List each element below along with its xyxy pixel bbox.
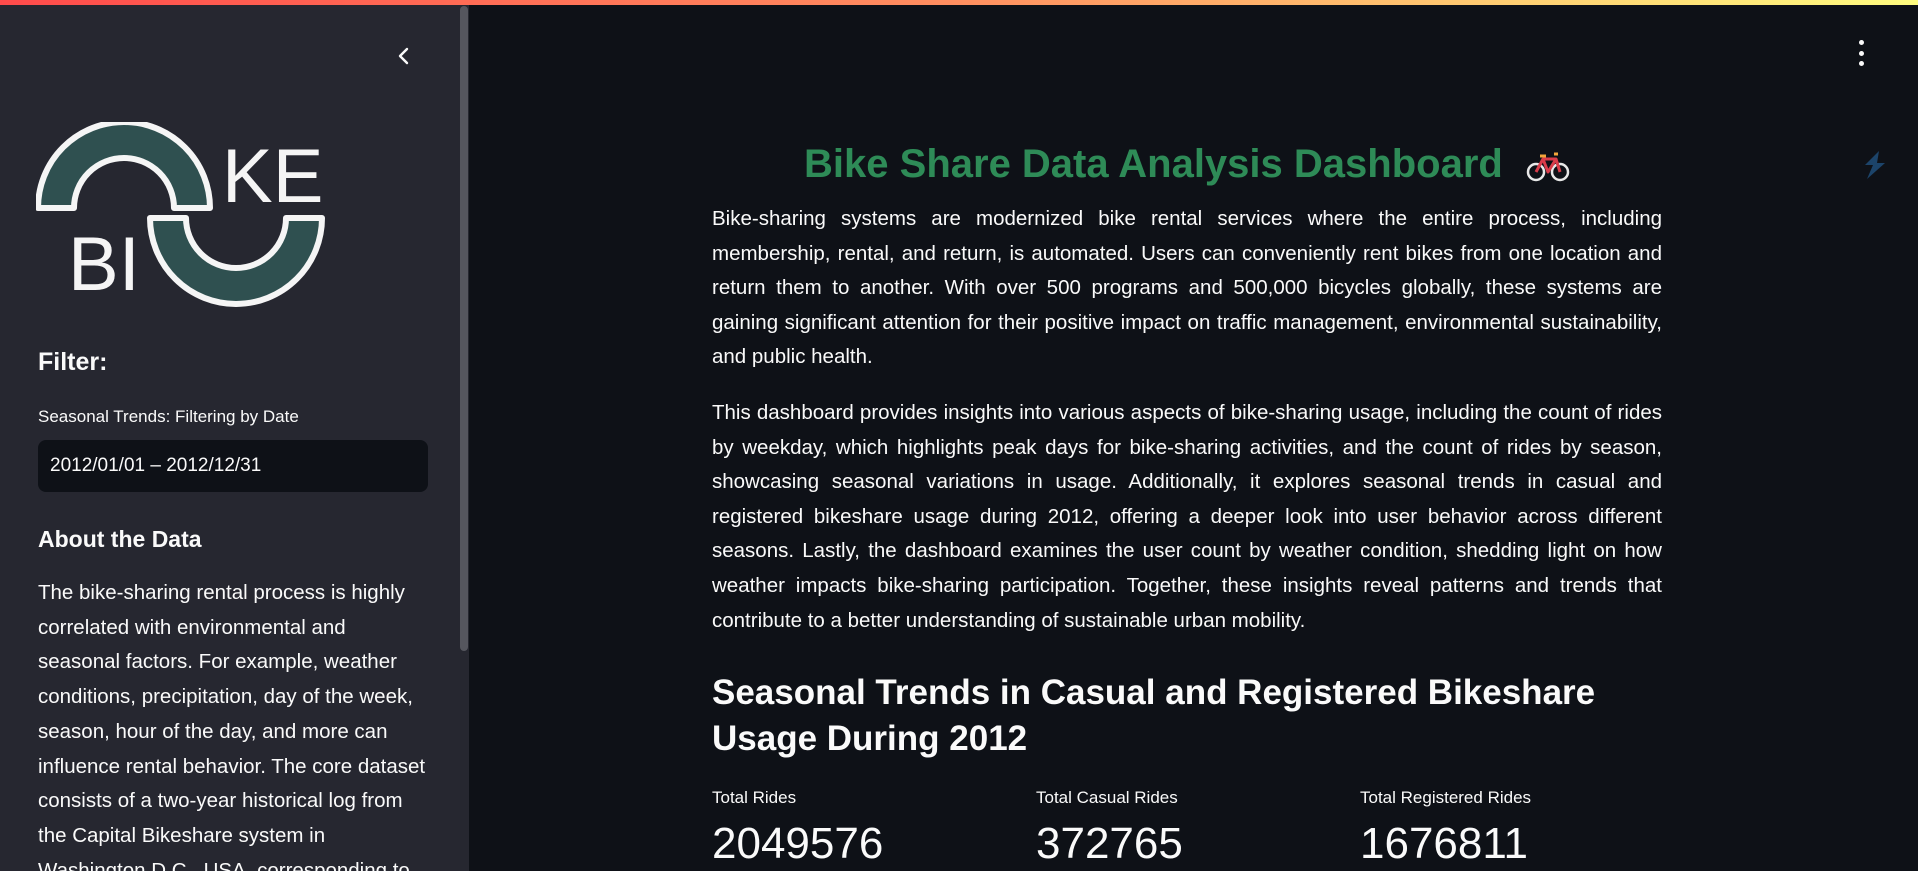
metric-value: 372765	[1036, 819, 1183, 868]
date-range-label: Seasonal Trends: Filtering by Date	[38, 407, 299, 426]
metric-label: Total Rides	[712, 788, 797, 807]
section-heading: Seasonal Trends in Casual and Registered…	[712, 673, 1596, 758]
kebab-dot	[1858, 50, 1864, 56]
metric-label: Total Registered Rides	[1360, 788, 1532, 807]
page-title-text: Bike Share Data Analysis Dashboard	[804, 142, 1503, 186]
intro-paragraph: Bike-sharing systems are modernized bike…	[712, 207, 1662, 369]
sidebar-scrollbar[interactable]	[460, 6, 468, 651]
logo-text-ke: KE	[222, 134, 323, 219]
metric-total-casual-rides: Total Casual Rides 372765	[1036, 788, 1183, 868]
date-range-input[interactable]: 2012/01/01 – 2012/12/31	[38, 440, 428, 492]
metric-label: Total Casual Rides	[1036, 788, 1178, 807]
kebab-dot	[1858, 61, 1864, 66]
sidebar: KE BI Filter: Seasonal Trends: Filtering…	[0, 0, 469, 871]
bike-logo: KE BI	[36, 122, 325, 307]
metric-total-rides: Total Rides 2049576	[712, 788, 883, 868]
filter-heading: Filter:	[38, 348, 108, 376]
page-title: Bike Share Data Analysis Dashboard	[712, 142, 1662, 187]
metric-total-registered-rides: Total Registered Rides 1676811	[1360, 788, 1531, 868]
about-heading: About the Data	[38, 526, 202, 552]
bicycle-icon	[1526, 152, 1570, 182]
chevron-left-icon	[398, 47, 409, 65]
dashboard-description: This dashboard provides insights into va…	[712, 401, 1662, 632]
kebab-menu-icon	[1858, 40, 1864, 45]
about-text: The bike-sharing rental process is highl…	[38, 581, 426, 871]
main-menu-button[interactable]	[1851, 40, 1871, 66]
collapse-sidebar-button[interactable]	[392, 44, 416, 68]
logo-text-bi: BI	[68, 222, 140, 307]
streamlit-status-icon	[1865, 151, 1885, 179]
metric-value: 2049576	[712, 819, 884, 868]
metric-value: 1676811	[1360, 819, 1529, 868]
top-decoration-bar	[0, 0, 1918, 5]
